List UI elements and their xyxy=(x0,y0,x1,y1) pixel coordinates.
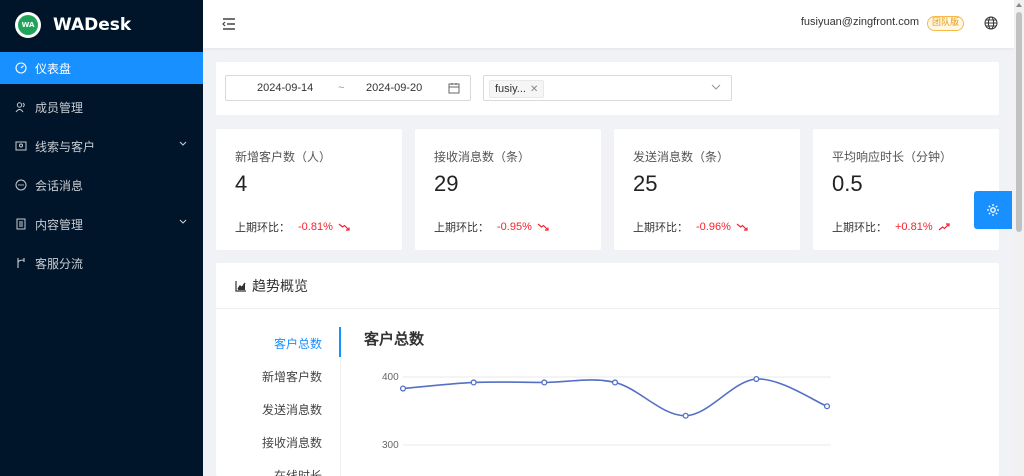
chevron-down-icon[interactable] xyxy=(711,84,721,91)
dashboard-icon xyxy=(15,62,27,74)
data-point[interactable] xyxy=(753,375,760,383)
compare-value: -0.96% xyxy=(696,221,731,233)
members-icon xyxy=(15,101,27,113)
trend-overview-panel: 趋势概览 客户总数 新增客户数 发送消息数 接收消息数 在线时长 客户总数 40… xyxy=(216,263,999,476)
active-tab-indicator xyxy=(339,327,341,357)
sidebar-item-label: 成员管理 xyxy=(35,100,84,115)
stat-compare: 上期环比： -0.95% xyxy=(434,219,549,235)
plan-badge: 团队版 xyxy=(926,16,964,31)
sidebar-menu: 仪表盘 成员管理 线索与客户 会话消息 内容管理 客服分流 xyxy=(0,52,203,279)
stat-compare: 上期环比： -0.81% xyxy=(235,219,350,235)
scrollbar[interactable] xyxy=(1014,0,1024,476)
tab-new-customers[interactable]: 新增客户数 xyxy=(262,368,322,385)
tab-total-customers[interactable]: 客户总数 xyxy=(274,335,322,352)
date-separator: ~ xyxy=(338,82,345,94)
contacts-icon xyxy=(15,140,27,152)
sidebar-item-chat[interactable]: 会话消息 xyxy=(0,169,203,201)
content-icon xyxy=(15,218,27,230)
filter-bar: 2024-09-14 ~ 2024-09-20 fusiy... ✕ xyxy=(216,62,999,115)
stat-value: 29 xyxy=(434,171,459,196)
line-chart: 400 300 xyxy=(382,372,831,451)
chevron-down-icon xyxy=(179,219,187,224)
tab-sent-messages[interactable]: 发送消息数 xyxy=(262,401,322,418)
compare-label: 上期环比： xyxy=(832,221,887,234)
sidebar-item-label: 客服分流 xyxy=(35,256,84,271)
gear-icon xyxy=(987,204,999,216)
chart-icon xyxy=(235,280,246,292)
data-point[interactable] xyxy=(682,412,689,419)
stat-label: 接收消息数（条） xyxy=(434,150,531,164)
menu-collapse-icon[interactable] xyxy=(221,16,237,32)
sidebar-item-label: 内容管理 xyxy=(35,217,84,232)
trend-header: 趋势概览 xyxy=(216,263,999,309)
branch-icon xyxy=(15,257,27,269)
y-tick-label: 300 xyxy=(382,440,399,451)
data-point[interactable] xyxy=(541,379,548,386)
trend-title: 趋势概览 xyxy=(252,278,308,295)
selected-tag-label: fusiy... xyxy=(495,83,526,95)
stat-label: 平均响应时长（分钟） xyxy=(832,150,953,164)
date-start[interactable]: 2024-09-14 xyxy=(257,82,313,94)
trend-down-icon xyxy=(736,223,748,231)
stat-label: 新增客户数（人） xyxy=(235,150,332,164)
brand[interactable]: WA WADesk xyxy=(0,0,203,50)
stat-card-new-customers: 新增客户数（人） 4 上期环比： -0.81% xyxy=(216,129,402,250)
settings-float-button[interactable] xyxy=(974,191,1012,229)
metric-tabs: 客户总数 新增客户数 发送消息数 接收消息数 在线时长 xyxy=(216,327,341,476)
stat-card-received: 接收消息数（条） 29 上期环比： -0.95% xyxy=(415,129,601,250)
tab-online-duration[interactable]: 在线时长 xyxy=(274,467,322,476)
stat-compare: 上期环比： -0.96% xyxy=(633,219,748,235)
compare-value: +0.81% xyxy=(895,221,933,233)
stat-value: 4 xyxy=(235,171,248,196)
stat-value: 25 xyxy=(633,171,658,196)
close-icon[interactable]: ✕ xyxy=(530,84,538,95)
sidebar-item-dashboard[interactable]: 仪表盘 xyxy=(0,52,203,84)
compare-label: 上期环比： xyxy=(434,221,489,234)
stat-value: 0.5 xyxy=(832,171,863,196)
stat-card-sent: 发送消息数（条） 25 上期环比： -0.96% xyxy=(614,129,800,250)
account-select[interactable]: fusiy... ✕ xyxy=(483,75,732,101)
app-name: WADesk xyxy=(53,15,132,35)
date-range-picker[interactable]: 2024-09-14 ~ 2024-09-20 xyxy=(225,75,471,101)
chat-icon xyxy=(15,179,27,191)
trend-up-icon xyxy=(938,223,950,231)
logo-mark: WA xyxy=(18,15,38,35)
data-point[interactable] xyxy=(611,379,619,386)
sidebar-item-label: 线索与客户 xyxy=(35,139,96,154)
data-point[interactable] xyxy=(470,379,477,386)
chart-title: 客户总数 xyxy=(364,330,425,348)
y-tick-label: 400 xyxy=(382,372,399,383)
stat-compare: 上期环比： +0.81% xyxy=(832,219,950,235)
selected-tag: fusiy... ✕ xyxy=(489,80,545,98)
compare-value: -0.81% xyxy=(298,221,333,233)
trend-down-icon xyxy=(537,223,549,231)
compare-label: 上期环比： xyxy=(235,221,290,234)
date-end[interactable]: 2024-09-20 xyxy=(366,82,422,94)
calendar-icon[interactable] xyxy=(448,82,460,94)
compare-value: -0.95% xyxy=(497,221,532,233)
sidebar-item-contacts[interactable]: 线索与客户 xyxy=(0,130,203,162)
globe-icon[interactable] xyxy=(984,16,998,30)
stat-card-response-time: 平均响应时长（分钟） 0.5 上期环比： +0.81% xyxy=(813,129,999,250)
user-email[interactable]: fusiyuan@zingfront.com xyxy=(801,16,919,28)
stat-label: 发送消息数（条） xyxy=(633,150,730,164)
data-point[interactable] xyxy=(823,403,831,410)
sidebar: WA WADesk 仪表盘 成员管理 线索与客户 会话消息 内容管理 客服分流 xyxy=(0,0,203,476)
sidebar-item-label: 会话消息 xyxy=(35,178,84,193)
top-header: fusiyuan@zingfront.com 团队版 xyxy=(203,0,1014,48)
sidebar-item-content[interactable]: 内容管理 xyxy=(0,208,203,240)
sidebar-item-routing[interactable]: 客服分流 xyxy=(0,247,203,279)
sidebar-item-label: 仪表盘 xyxy=(35,61,72,76)
chevron-down-icon xyxy=(179,141,187,146)
scroll-thumb[interactable] xyxy=(1016,12,1022,232)
compare-label: 上期环比： xyxy=(633,221,688,234)
data-point[interactable] xyxy=(399,385,407,392)
trend-down-icon xyxy=(338,223,350,231)
sidebar-item-members[interactable]: 成员管理 xyxy=(0,91,203,123)
logo: WA xyxy=(15,12,41,38)
scroll-up-arrow[interactable] xyxy=(1016,3,1022,7)
tab-received-messages[interactable]: 接收消息数 xyxy=(262,434,322,451)
